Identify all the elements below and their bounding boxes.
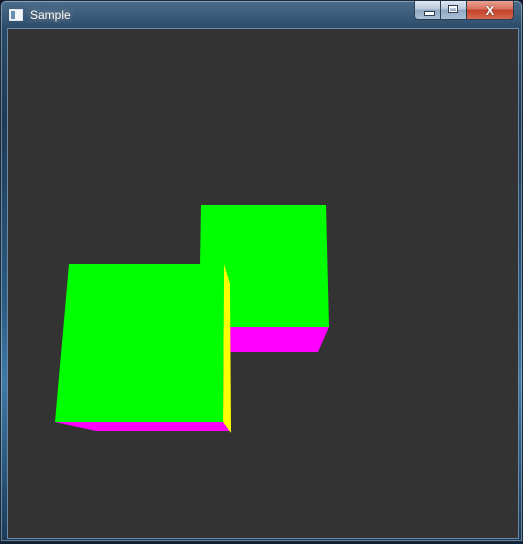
app-window-icon[interactable] — [9, 9, 23, 21]
app-window: Sample X — [0, 0, 523, 542]
cube-front-side-face — [223, 264, 231, 433]
cube-front — [55, 264, 231, 433]
title-bar[interactable]: Sample X — [1, 1, 522, 29]
caption-buttons: X — [414, 1, 518, 21]
3d-scene — [55, 205, 329, 433]
close-icon: X — [485, 2, 495, 18]
minimize-icon — [424, 11, 435, 16]
cube-front-front-face — [55, 264, 224, 422]
window-title: Sample — [30, 8, 71, 22]
minimize-button[interactable] — [414, 1, 441, 20]
maximize-button[interactable] — [441, 1, 467, 20]
maximize-icon — [448, 5, 458, 13]
close-button[interactable]: X — [467, 1, 514, 20]
render-viewport[interactable] — [7, 28, 519, 539]
cube-front-bottom-face — [55, 422, 230, 431]
